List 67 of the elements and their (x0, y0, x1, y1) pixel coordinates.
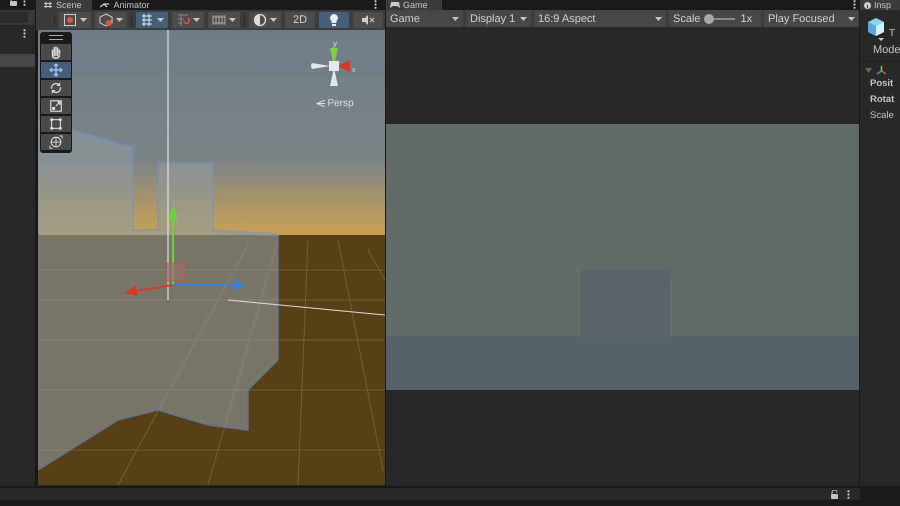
scale-label: Scale (673, 12, 701, 24)
aspect-dropdown[interactable]: 16:9 Aspect (534, 10, 666, 27)
lock-icon[interactable] (830, 490, 839, 498)
panel-tab[interactable]: Game (386, 0, 442, 10)
draw-mode-icon (63, 13, 77, 27)
caret-icon (848, 16, 855, 20)
rect-tool-button[interactable] (41, 116, 71, 132)
property-label: Posit (869, 77, 894, 91)
caret-icon (193, 18, 200, 22)
grid-snap-button[interactable] (136, 12, 168, 28)
cube-icon (99, 13, 113, 27)
property-label: Rotat (869, 93, 896, 107)
cube-icon[interactable] (865, 16, 887, 42)
transform-tool-icon (49, 135, 63, 149)
caret-icon (80, 18, 87, 22)
drag-handle[interactable] (49, 35, 63, 40)
view-mode-dropdown[interactable]: Game (386, 10, 463, 27)
lighting-button[interactable] (319, 12, 350, 28)
panel-tab[interactable]: Scene (36, 0, 92, 10)
display-dropdown[interactable]: Display 1 (466, 10, 531, 27)
rotate-tool-button[interactable] (41, 80, 71, 96)
object-name: T (889, 28, 896, 39)
audio-mute-icon (361, 13, 376, 27)
foldout-arrow-icon[interactable] (865, 68, 872, 73)
snap-increment-button[interactable] (172, 12, 204, 28)
caret-icon (157, 18, 164, 22)
magnet-icon (176, 13, 190, 27)
move-tool-icon (49, 63, 63, 77)
more-options-icon[interactable] (374, 0, 377, 9)
play-mode-dropdown[interactable]: Play Focused (764, 10, 859, 27)
panel-tab[interactable]: Animator (92, 0, 160, 10)
property-label: Scale (869, 109, 895, 123)
more-options-icon[interactable] (847, 490, 850, 498)
grid-snap-icon (140, 13, 154, 27)
more-options-icon[interactable] (23, 29, 26, 38)
overlays-button[interactable] (249, 12, 281, 28)
hash-icon (44, 2, 52, 8)
transform-tool-button[interactable] (41, 134, 71, 150)
grid-icon (212, 13, 226, 27)
perspective-icon (316, 100, 326, 107)
audio-button[interactable] (353, 12, 384, 28)
scale-tool-icon (49, 99, 63, 113)
rotate-tool-icon (49, 81, 63, 95)
more-options-icon[interactable] (853, 0, 856, 9)
slider-thumb[interactable] (704, 14, 714, 24)
draw-mode-button[interactable] (59, 12, 91, 28)
move-tool-button[interactable] (41, 62, 71, 78)
hand-tool-icon (49, 45, 63, 59)
caret-icon (229, 18, 236, 22)
shading-icon (253, 13, 267, 27)
2d-toggle[interactable]: 2D (285, 12, 316, 28)
caret-icon (116, 18, 123, 22)
hand-tool-button[interactable] (41, 44, 71, 60)
transform-axes-icon (876, 65, 887, 76)
field-label: Mode (872, 44, 900, 58)
caret-icon (452, 16, 459, 20)
info-icon (864, 2, 871, 8)
caret-icon (520, 16, 527, 20)
view-options-button[interactable] (95, 12, 127, 28)
gamepad-icon (390, 2, 400, 8)
rect-tool-icon (49, 117, 63, 131)
grid-toggle-button[interactable] (208, 12, 240, 28)
caret-icon (270, 18, 277, 22)
scale-value: 1x (740, 12, 752, 24)
caret-icon (655, 16, 662, 20)
scale-tool-button[interactable] (41, 98, 71, 114)
panel-tab[interactable]: Insp (860, 0, 900, 10)
